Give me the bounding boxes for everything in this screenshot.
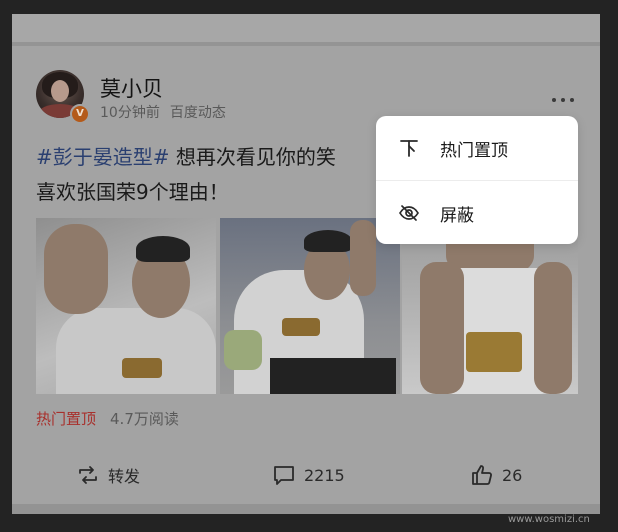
comment-button[interactable]: 2215 [272,462,345,488]
menu-item-label: 屏蔽 [440,205,474,226]
author-name[interactable]: 莫小贝 [100,73,163,103]
post-text-rest: 想再次看见你的笑 [169,145,336,169]
more-dot-icon [570,98,574,102]
like-count: 26 [502,465,523,485]
like-button[interactable]: 26 [470,462,522,488]
photo-logo [282,318,320,336]
photo-hand [44,224,108,314]
photo-2[interactable] [220,218,400,394]
eye-off-icon [399,205,419,221]
repost-button[interactable]: 转发 [76,462,140,488]
photo-logo [466,332,522,372]
menu-item-block[interactable]: 屏蔽 [376,181,578,245]
avatar-face [51,80,69,102]
photo-arm [534,262,572,394]
photo-hair [136,236,190,262]
comment-count: 2215 [304,465,345,485]
comment-icon [274,466,294,485]
post-card[interactable]: V 莫小贝 10分钟前 百度动态 #彭于晏造型# 想再次看见你的笑 喜欢张国荣9个… [12,46,600,504]
action-bar: 转发 2215 26 [12,450,600,500]
post-stats: 热门置顶 4.7万阅读 [36,408,179,429]
pin-top-icon [400,140,418,157]
more-dot-icon [552,98,556,102]
photo-logo [122,358,162,378]
photo-shirt [56,308,216,394]
photo-1[interactable] [36,218,216,394]
menu-item-label: 热门置顶 [440,140,508,161]
read-count: 4.7万阅读 [110,410,179,428]
previous-card-edge [12,14,600,42]
photo-sleeve [224,330,262,370]
repost-label: 转发 [108,467,141,486]
hashtag-link[interactable]: #彭于晏造型# [36,145,170,169]
watermark: www.wosmizi.cn [508,514,590,525]
photo-arm [420,262,464,394]
thumbs-up-icon [472,465,492,485]
card-separator-bottom [12,504,600,514]
photo-arm [350,220,376,296]
menu-item-pin-top[interactable]: 热门置顶 [376,116,578,180]
hot-pinned-tag: 热门置顶 [36,410,97,428]
more-options-button[interactable] [548,90,578,110]
photo-pants [270,358,396,394]
more-options-menu: 热门置顶 屏蔽 [376,116,578,244]
more-dot-icon [561,98,565,102]
verified-badge-icon: V [70,104,90,124]
post-time: 10分钟前 [100,105,160,121]
photo-hair [304,230,352,252]
post-meta: 10分钟前 百度动态 [100,102,226,122]
post-source: 百度动态 [169,105,226,121]
repost-icon [79,466,97,484]
feed-screen: V 莫小贝 10分钟前 百度动态 #彭于晏造型# 想再次看见你的笑 喜欢张国荣9个… [12,14,600,514]
